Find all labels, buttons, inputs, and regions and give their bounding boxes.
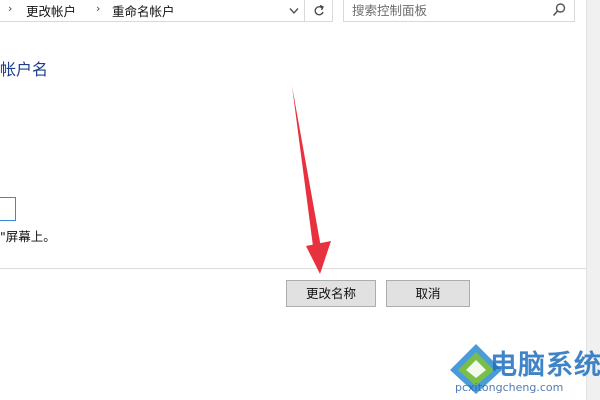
annotation-arrow-icon bbox=[292, 86, 331, 274]
breadcrumb-separator: › bbox=[8, 2, 13, 15]
page-title: 帐户名 bbox=[0, 60, 49, 79]
search-input[interactable] bbox=[352, 0, 542, 20]
address-bar[interactable]: › 更改帐户 › 重命名帐户 bbox=[0, 0, 333, 22]
search-icon[interactable] bbox=[552, 2, 566, 18]
watermark-title: 电脑系统城 bbox=[490, 350, 600, 381]
breadcrumb-item-change-account[interactable]: 更改帐户 bbox=[26, 1, 76, 20]
breadcrumb-item-rename-account[interactable]: 重命名帐户 bbox=[112, 1, 175, 20]
divider bbox=[0, 268, 586, 269]
cancel-button[interactable]: 取消 bbox=[386, 280, 470, 307]
search-box[interactable] bbox=[343, 0, 575, 22]
change-name-button[interactable]: 更改名称 bbox=[286, 280, 376, 307]
refresh-icon[interactable] bbox=[304, 0, 332, 21]
scrollbar[interactable] bbox=[586, 0, 600, 400]
new-account-name-input[interactable] bbox=[0, 197, 16, 221]
watermark-url: pcxitongcheng.com bbox=[455, 381, 564, 394]
breadcrumb-separator: › bbox=[96, 2, 101, 15]
hint-text: "屏幕上。 bbox=[0, 229, 56, 244]
chevron-down-icon[interactable] bbox=[285, 0, 303, 21]
